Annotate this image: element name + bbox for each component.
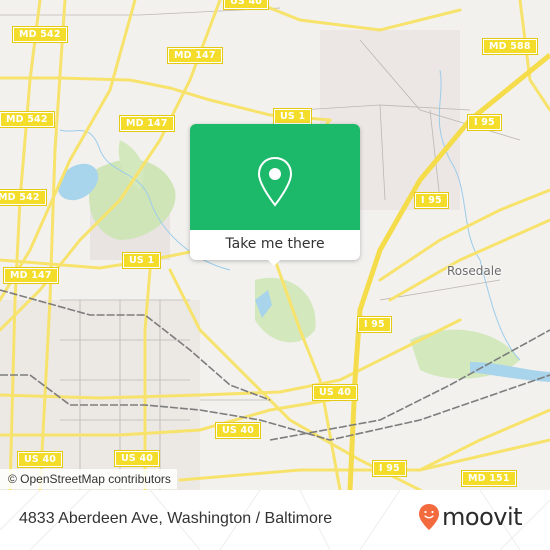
road-shield-us-40: US 40 [214,422,262,439]
road-shield-md-542: MD 542 [0,189,47,206]
road-shield-i-95: I 95 [414,192,449,209]
moovit-pin-icon [419,504,439,530]
map[interactable]: MD 542 MD 542 MD 542 MD 147 MD 147 MD 14… [0,0,550,490]
place-label-rosedale: Rosedale [447,264,502,278]
road-shield-us-1: US 1 [121,252,162,269]
road-shield-us-40: US 40 [311,384,359,401]
road-shield-i-95: I 95 [357,316,392,333]
location-popup[interactable]: Take me there [190,124,360,266]
road-shield-i-95: I 95 [372,460,407,477]
location-pin-icon [257,156,293,207]
road-shield-md-542: MD 542 [0,111,55,128]
map-attribution[interactable]: © OpenStreetMap contributors [0,469,177,489]
road-shield-md-147: MD 147 [119,115,175,132]
road-shield-us-40: US 40 [222,0,270,10]
road-shield-us-40: US 40 [16,451,64,468]
road-shield-md-588: MD 588 [482,38,538,55]
moovit-logo[interactable]: moovit [418,502,523,532]
take-me-there-button[interactable]: Take me there [190,230,360,260]
address-text: 4833 Aberdeen Ave, Washington / Baltimor… [19,510,333,527]
moovit-wordmark: moovit [442,503,523,531]
road-shield-md-147: MD 147 [3,267,59,284]
road-shield-md-147: MD 147 [167,47,223,64]
road-shield-us-1: US 1 [272,108,313,125]
footer: 4833 Aberdeen Ave, Washington / Baltimor… [0,490,550,550]
road-shield-md-542: MD 542 [12,26,68,43]
popup-header [190,124,360,230]
road-shield-md-151: MD 151 [461,470,517,487]
popup-pointer [266,258,282,266]
road-shield-i-95: I 95 [467,114,502,131]
road-shield-us-40: US 40 [113,450,161,467]
